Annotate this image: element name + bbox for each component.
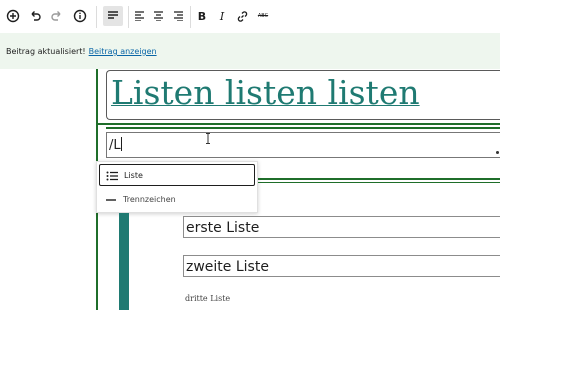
paragraph-input[interactable]: /L: [106, 132, 500, 158]
bold-icon[interactable]: B: [192, 6, 212, 26]
slash-command-text: /L: [109, 137, 122, 153]
heading-block[interactable]: Listen listen listen: [106, 70, 500, 120]
redo-icon[interactable]: [47, 6, 67, 26]
add-block-icon[interactable]: [3, 6, 23, 26]
toolbar-separator: [96, 6, 97, 28]
align-center-icon[interactable]: [148, 6, 168, 26]
inserter-option-label: Liste: [124, 171, 143, 180]
toolbar-separator: [190, 6, 191, 28]
align-right-icon[interactable]: [168, 6, 188, 26]
info-icon[interactable]: [70, 6, 90, 26]
block-toolbar: B I ABC: [0, 0, 277, 32]
list-item[interactable]: zweite Liste: [183, 255, 500, 277]
separator-icon: [105, 194, 117, 206]
block-selection-line: [106, 127, 500, 129]
inserter-option-list[interactable]: Liste: [99, 164, 255, 186]
block-selection-line: [98, 123, 500, 125]
italic-icon[interactable]: I: [212, 6, 232, 26]
paragraph-block-icon[interactable]: [103, 6, 123, 26]
align-left-icon[interactable]: [129, 6, 149, 26]
text-caret: [120, 137, 122, 151]
block-inserter-popover: Liste Trennzeichen: [96, 161, 258, 213]
undo-icon[interactable]: [25, 6, 45, 26]
link-icon[interactable]: [232, 6, 252, 26]
block-selection-line: [258, 182, 500, 183]
list-item[interactable]: dritte Liste: [185, 294, 230, 303]
strikethrough-icon[interactable]: ABC: [253, 6, 273, 26]
notice-text: Beitrag aktualisiert!: [6, 47, 86, 56]
inserter-option-label: Trennzeichen: [123, 195, 176, 204]
mouse-ibeam-icon: [205, 133, 211, 147]
view-post-link[interactable]: Beitrag anzeigen: [89, 47, 157, 56]
post-title[interactable]: Listen listen listen: [111, 73, 420, 112]
list-icon: [106, 170, 118, 182]
drag-handle-dot: [496, 151, 499, 154]
list-block-border: [119, 213, 129, 310]
block-selection-line: [258, 178, 500, 180]
inserter-option-separator[interactable]: Trennzeichen: [99, 189, 255, 211]
list-item[interactable]: erste Liste: [183, 216, 500, 238]
update-notice: Beitrag aktualisiert! Beitrag anzeigen: [0, 33, 500, 69]
